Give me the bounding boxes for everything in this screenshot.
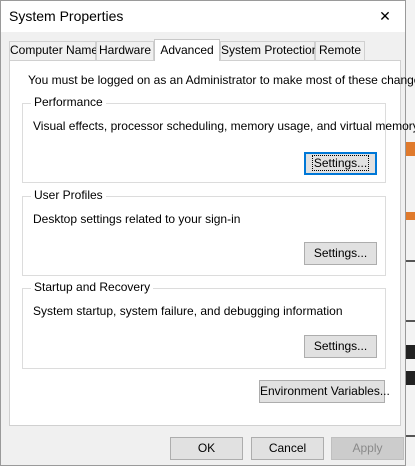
background-mark-gray	[406, 260, 415, 262]
cancel-button[interactable]: Cancel	[251, 437, 324, 460]
startup-recovery-settings-button[interactable]: Settings...	[304, 335, 377, 358]
background-mark-orange	[406, 142, 415, 156]
background-mark-orange	[406, 212, 415, 220]
tab-hardware[interactable]: Hardware	[96, 41, 154, 60]
window-title: System Properties	[9, 8, 124, 24]
apply-button: Apply	[331, 437, 404, 460]
tab-strip: Computer Name Hardware Advanced System P…	[9, 39, 401, 61]
user-profiles-settings-button[interactable]: Settings...	[304, 242, 377, 265]
admin-note: You must be logged on as an Administrato…	[28, 73, 415, 87]
background-mark-gray	[406, 435, 415, 437]
startup-recovery-label: Startup and Recovery	[31, 280, 154, 294]
performance-label: Performance	[31, 95, 106, 109]
user-profiles-label: User Profiles	[31, 188, 106, 202]
background-mark-dark	[406, 345, 415, 359]
tab-remote[interactable]: Remote	[315, 41, 365, 60]
title-bar: System Properties ✕	[1, 1, 405, 32]
system-properties-dialog: System Properties ✕ Computer Name Hardwa…	[0, 0, 415, 466]
background-mark-dark	[406, 371, 415, 385]
startup-recovery-description: System startup, system failure, and debu…	[33, 304, 343, 318]
tab-advanced[interactable]: Advanced	[154, 39, 220, 61]
ok-button[interactable]: OK	[170, 437, 243, 460]
advanced-tab-panel: You must be logged on as an Administrato…	[9, 60, 415, 426]
performance-settings-button[interactable]: Settings...	[304, 152, 377, 175]
tab-computer-name[interactable]: Computer Name	[9, 41, 98, 60]
user-profiles-group: User Profiles Desktop settings related t…	[22, 188, 386, 276]
user-profiles-description: Desktop settings related to your sign-in	[33, 212, 241, 226]
environment-variables-button[interactable]: Environment Variables...	[259, 380, 390, 403]
close-icon: ✕	[379, 8, 391, 24]
performance-description: Visual effects, processor scheduling, me…	[33, 119, 415, 133]
startup-recovery-group: Startup and Recovery System startup, sys…	[22, 280, 386, 369]
performance-group: Performance Visual effects, processor sc…	[22, 95, 415, 183]
tab-system-protection[interactable]: System Protection	[220, 41, 318, 60]
background-mark-gray	[406, 320, 415, 322]
background-strip	[406, 0, 415, 466]
close-button[interactable]: ✕	[365, 1, 405, 32]
